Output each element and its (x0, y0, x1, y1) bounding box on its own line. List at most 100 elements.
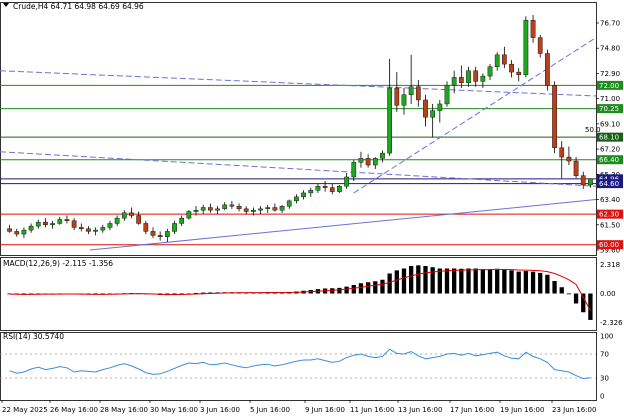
candle-body (43, 221, 48, 225)
candle-body (71, 220, 77, 228)
macd-bar (408, 266, 414, 294)
candle-body (150, 231, 156, 236)
candle-body (329, 187, 335, 192)
price-tick-label: 71.00 (600, 95, 620, 103)
level-label-text: 64.60 (599, 180, 619, 188)
macd-bar (502, 269, 507, 294)
candle-body (222, 204, 228, 210)
rsi-tick-label: 30 (600, 375, 609, 383)
candle-body (35, 221, 41, 227)
price-tick-label: 67.20 (600, 146, 620, 154)
candle-body (143, 223, 149, 232)
candle-body (100, 227, 106, 231)
candle-body (193, 209, 199, 212)
candle-body (308, 190, 314, 194)
candle-body (14, 231, 20, 235)
level-label-text: 66.40 (599, 156, 619, 164)
candle-body (494, 54, 500, 67)
candle-body (545, 53, 550, 86)
time-tick-label: 17 Jun 16:00 (450, 406, 494, 414)
level-label-text: 60.00 (599, 241, 619, 249)
candle-body (552, 85, 557, 148)
candle-body (458, 77, 464, 83)
macd-bar (466, 268, 471, 294)
candle-body (451, 77, 457, 86)
macd-bar (459, 268, 464, 294)
price-tick-label: 61.50 (600, 221, 620, 229)
macd-bar (416, 265, 421, 294)
time-tick-label: 19 Jun 16:00 (500, 406, 544, 414)
macd-tick-label: -2.326 (600, 319, 623, 327)
macd-bar (380, 279, 385, 294)
candle-body (208, 207, 213, 211)
candle-body (301, 192, 306, 198)
level-label-text: 70.25 (599, 105, 619, 113)
macd-bar (473, 268, 478, 294)
macd-bar (545, 274, 550, 294)
candle-body (236, 205, 242, 210)
candle-body (466, 70, 471, 83)
macd-bar (387, 273, 392, 294)
candle-body (315, 186, 321, 191)
candle-body (344, 176, 349, 187)
time-tick-label: 5 Jun 16:00 (250, 406, 290, 414)
candle-body (408, 86, 414, 95)
candle-body (523, 20, 529, 75)
candle-body (415, 86, 421, 101)
candle-body (28, 225, 34, 231)
macd-bar (559, 287, 564, 294)
candle-body (57, 219, 63, 224)
price-tick-label: 72.90 (600, 70, 620, 78)
candle-body (365, 158, 371, 166)
rsi-tick-label: 100 (600, 333, 613, 341)
candle-body (86, 228, 91, 232)
price-tick-label: 69.10 (600, 120, 620, 128)
candle-body (129, 212, 134, 216)
rsi-tick-label: 0 (600, 393, 604, 401)
candle-body (401, 94, 407, 106)
price-tick-label: 74.80 (600, 45, 620, 53)
candle-body (272, 207, 278, 211)
candle-body (7, 228, 12, 232)
time-tick-label: 13 Jun 16:00 (398, 406, 442, 414)
macd-bar (444, 268, 450, 294)
time-tick-label: 28 May 16:00 (100, 406, 148, 414)
candle-body (286, 200, 292, 207)
candle-body (200, 207, 206, 211)
macd-bar (423, 266, 428, 294)
candle-body (136, 215, 142, 224)
candle-body (394, 87, 400, 106)
candle-body (387, 87, 392, 154)
candle-body (179, 217, 185, 224)
candle-body (279, 205, 285, 211)
macd-bar (337, 287, 342, 294)
candle-body (93, 229, 98, 232)
macd-tick-label: 2.318 (600, 261, 620, 269)
candle-body (423, 99, 428, 118)
macd-bar (538, 272, 543, 294)
chart-canvas[interactable]: 76.7074.8072.9071.0069.1067.2065.3063.40… (0, 0, 624, 416)
candle-body (251, 209, 256, 212)
candle-body (559, 147, 565, 158)
candle-body (502, 54, 507, 65)
price-tick-label: 76.70 (600, 19, 620, 27)
macd-bar (401, 268, 407, 294)
candle-body (337, 186, 342, 192)
level-label-text: 62.30 (599, 211, 619, 219)
candle-body (229, 204, 235, 207)
macd-tick-label: 0.00 (600, 290, 616, 298)
time-tick-label: 22 May 2025 (2, 406, 48, 414)
macd-bar (351, 285, 356, 294)
macd-bar (530, 271, 536, 294)
candle-body (372, 158, 378, 166)
macd-header: MACD(12,26,9) -2.115 -1.356 (3, 259, 113, 268)
macd-bar (480, 269, 486, 294)
candle-body (380, 152, 385, 159)
candle-body (78, 227, 84, 229)
candle-body (444, 85, 450, 105)
candle-body (294, 196, 299, 202)
fib-level-label: 50.0 (585, 126, 601, 134)
candle-body (64, 219, 70, 221)
time-tick-label: 23 Jun 16:00 (552, 406, 596, 414)
macd-bar (581, 293, 586, 313)
